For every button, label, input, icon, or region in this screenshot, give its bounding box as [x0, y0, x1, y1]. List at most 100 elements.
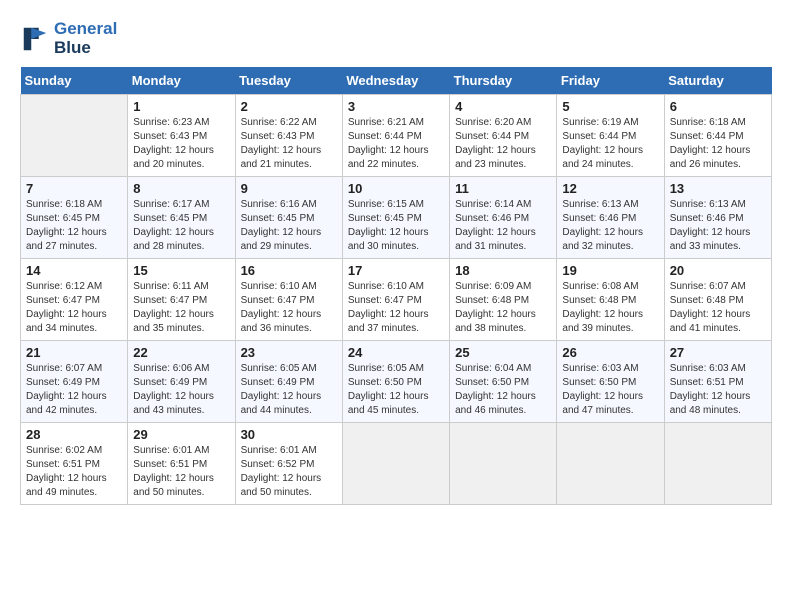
- day-cell: 11Sunrise: 6:14 AM Sunset: 6:46 PM Dayli…: [450, 177, 557, 259]
- week-row-1: 1 Sunrise: 6:23 AM Sunset: 6:43 PM Daylig…: [21, 95, 772, 177]
- day-info: Sunrise: 6:07 AM Sunset: 6:49 PM Dayligh…: [26, 362, 122, 418]
- day-number: 18: [455, 263, 551, 278]
- day-cell: 10 Sunrise: 6:15 AM Sunset: 6:45 PM Dayli…: [342, 177, 449, 259]
- day-cell: 26Sunrise: 6:03 AM Sunset: 6:50 PM Dayli…: [557, 341, 664, 423]
- day-cell: 5 Sunrise: 6:19 AM Sunset: 6:44 PM Daylig…: [557, 95, 664, 177]
- day-number: 15: [133, 263, 229, 278]
- day-cell: 30Sunrise: 6:01 AM Sunset: 6:52 PM Dayli…: [235, 423, 342, 505]
- day-number: 13: [670, 181, 766, 196]
- day-cell: 28 Sunrise: 6:02 AM Sunset: 6:51 PM Dayli…: [21, 423, 128, 505]
- day-number: 3: [348, 99, 444, 114]
- day-cell: 8 Sunrise: 6:17 AM Sunset: 6:45 PM Daylig…: [128, 177, 235, 259]
- day-cell: 2 Sunrise: 6:22 AM Sunset: 6:43 PM Daylig…: [235, 95, 342, 177]
- day-info: Sunrise: 6:17 AM Sunset: 6:45 PM Dayligh…: [133, 198, 229, 254]
- day-number: 23: [241, 345, 337, 360]
- day-number: 1: [133, 99, 229, 114]
- day-number: 12: [562, 181, 658, 196]
- day-info: Sunrise: 6:23 AM Sunset: 6:43 PM Dayligh…: [133, 116, 229, 172]
- day-number: 7: [26, 181, 122, 196]
- day-cell: 3Sunrise: 6:21 AM Sunset: 6:44 PM Daylig…: [342, 95, 449, 177]
- day-cell: 4Sunrise: 6:20 AM Sunset: 6:44 PM Daylig…: [450, 95, 557, 177]
- day-info: Sunrise: 6:04 AM Sunset: 6:50 PM Dayligh…: [455, 362, 551, 418]
- day-cell: 12 Sunrise: 6:13 AM Sunset: 6:46 PM Dayli…: [557, 177, 664, 259]
- day-info: Sunrise: 6:10 AM Sunset: 6:47 PM Dayligh…: [241, 280, 337, 336]
- day-info: Sunrise: 6:16 AM Sunset: 6:45 PM Dayligh…: [241, 198, 337, 254]
- day-number: 16: [241, 263, 337, 278]
- day-cell: [557, 423, 664, 505]
- day-info: Sunrise: 6:18 AM Sunset: 6:45 PM Dayligh…: [26, 198, 122, 254]
- day-number: 6: [670, 99, 766, 114]
- day-cell: 22 Sunrise: 6:06 AM Sunset: 6:49 PM Dayli…: [128, 341, 235, 423]
- day-cell: 25 Sunrise: 6:04 AM Sunset: 6:50 PM Dayli…: [450, 341, 557, 423]
- day-cell: 9 Sunrise: 6:16 AM Sunset: 6:45 PM Daylig…: [235, 177, 342, 259]
- day-cell: [664, 423, 771, 505]
- day-number: 14: [26, 263, 122, 278]
- week-row-4: 21 Sunrise: 6:07 AM Sunset: 6:49 PM Dayli…: [21, 341, 772, 423]
- day-cell: 16 Sunrise: 6:10 AM Sunset: 6:47 PM Dayli…: [235, 259, 342, 341]
- day-cell: 18 Sunrise: 6:09 AM Sunset: 6:48 PM Dayli…: [450, 259, 557, 341]
- day-info: Sunrise: 6:08 AM Sunset: 6:48 PM Dayligh…: [562, 280, 658, 336]
- day-cell: 23 Sunrise: 6:05 AM Sunset: 6:49 PM Dayli…: [235, 341, 342, 423]
- day-info: Sunrise: 6:02 AM Sunset: 6:51 PM Dayligh…: [26, 444, 122, 500]
- day-number: 29: [133, 427, 229, 442]
- header-cell-saturday: Saturday: [664, 67, 771, 95]
- day-info: Sunrise: 6:15 AM Sunset: 6:45 PM Dayligh…: [348, 198, 444, 254]
- logo-text: GeneralBlue: [54, 20, 117, 57]
- header-cell-tuesday: Tuesday: [235, 67, 342, 95]
- day-number: 21: [26, 345, 122, 360]
- week-row-5: 28 Sunrise: 6:02 AM Sunset: 6:51 PM Dayli…: [21, 423, 772, 505]
- day-cell: 20Sunrise: 6:07 AM Sunset: 6:48 PM Dayli…: [664, 259, 771, 341]
- day-cell: 7 Sunrise: 6:18 AM Sunset: 6:45 PM Daylig…: [21, 177, 128, 259]
- day-number: 4: [455, 99, 551, 114]
- day-number: 26: [562, 345, 658, 360]
- day-number: 2: [241, 99, 337, 114]
- day-cell: [21, 95, 128, 177]
- day-number: 8: [133, 181, 229, 196]
- day-info: Sunrise: 6:03 AM Sunset: 6:51 PM Dayligh…: [670, 362, 766, 418]
- week-row-2: 7 Sunrise: 6:18 AM Sunset: 6:45 PM Daylig…: [21, 177, 772, 259]
- logo: GeneralBlue: [20, 20, 117, 57]
- day-info: Sunrise: 6:09 AM Sunset: 6:48 PM Dayligh…: [455, 280, 551, 336]
- day-cell: 29 Sunrise: 6:01 AM Sunset: 6:51 PM Dayli…: [128, 423, 235, 505]
- day-cell: 14Sunrise: 6:12 AM Sunset: 6:47 PM Dayli…: [21, 259, 128, 341]
- day-number: 27: [670, 345, 766, 360]
- day-info: Sunrise: 6:13 AM Sunset: 6:46 PM Dayligh…: [670, 198, 766, 254]
- day-info: Sunrise: 6:10 AM Sunset: 6:47 PM Dayligh…: [348, 280, 444, 336]
- day-info: Sunrise: 6:05 AM Sunset: 6:50 PM Dayligh…: [348, 362, 444, 418]
- day-info: Sunrise: 6:13 AM Sunset: 6:46 PM Dayligh…: [562, 198, 658, 254]
- header-cell-sunday: Sunday: [21, 67, 128, 95]
- day-number: 11: [455, 181, 551, 196]
- day-number: 19: [562, 263, 658, 278]
- day-cell: 24 Sunrise: 6:05 AM Sunset: 6:50 PM Dayli…: [342, 341, 449, 423]
- day-info: Sunrise: 6:05 AM Sunset: 6:49 PM Dayligh…: [241, 362, 337, 418]
- day-number: 30: [241, 427, 337, 442]
- day-cell: 1 Sunrise: 6:23 AM Sunset: 6:43 PM Daylig…: [128, 95, 235, 177]
- day-info: Sunrise: 6:18 AM Sunset: 6:44 PM Dayligh…: [670, 116, 766, 172]
- day-info: Sunrise: 6:01 AM Sunset: 6:51 PM Dayligh…: [133, 444, 229, 500]
- day-cell: 19 Sunrise: 6:08 AM Sunset: 6:48 PM Dayli…: [557, 259, 664, 341]
- day-number: 25: [455, 345, 551, 360]
- day-info: Sunrise: 6:11 AM Sunset: 6:47 PM Dayligh…: [133, 280, 229, 336]
- header-cell-monday: Monday: [128, 67, 235, 95]
- day-info: Sunrise: 6:06 AM Sunset: 6:49 PM Dayligh…: [133, 362, 229, 418]
- header-cell-friday: Friday: [557, 67, 664, 95]
- day-cell: [342, 423, 449, 505]
- calendar-header-row: SundayMondayTuesdayWednesdayThursdayFrid…: [21, 67, 772, 95]
- day-info: Sunrise: 6:19 AM Sunset: 6:44 PM Dayligh…: [562, 116, 658, 172]
- header-cell-thursday: Thursday: [450, 67, 557, 95]
- day-number: 10: [348, 181, 444, 196]
- week-row-3: 14Sunrise: 6:12 AM Sunset: 6:47 PM Dayli…: [21, 259, 772, 341]
- day-number: 22: [133, 345, 229, 360]
- day-number: 24: [348, 345, 444, 360]
- day-cell: 13 Sunrise: 6:13 AM Sunset: 6:46 PM Dayli…: [664, 177, 771, 259]
- day-number: 17: [348, 263, 444, 278]
- day-number: 28: [26, 427, 122, 442]
- calendar-table: SundayMondayTuesdayWednesdayThursdayFrid…: [20, 67, 772, 505]
- day-cell: 27 Sunrise: 6:03 AM Sunset: 6:51 PM Dayli…: [664, 341, 771, 423]
- day-number: 5: [562, 99, 658, 114]
- day-number: 9: [241, 181, 337, 196]
- day-cell: [450, 423, 557, 505]
- day-info: Sunrise: 6:07 AM Sunset: 6:48 PM Dayligh…: [670, 280, 766, 336]
- day-info: Sunrise: 6:22 AM Sunset: 6:43 PM Dayligh…: [241, 116, 337, 172]
- day-cell: 15 Sunrise: 6:11 AM Sunset: 6:47 PM Dayli…: [128, 259, 235, 341]
